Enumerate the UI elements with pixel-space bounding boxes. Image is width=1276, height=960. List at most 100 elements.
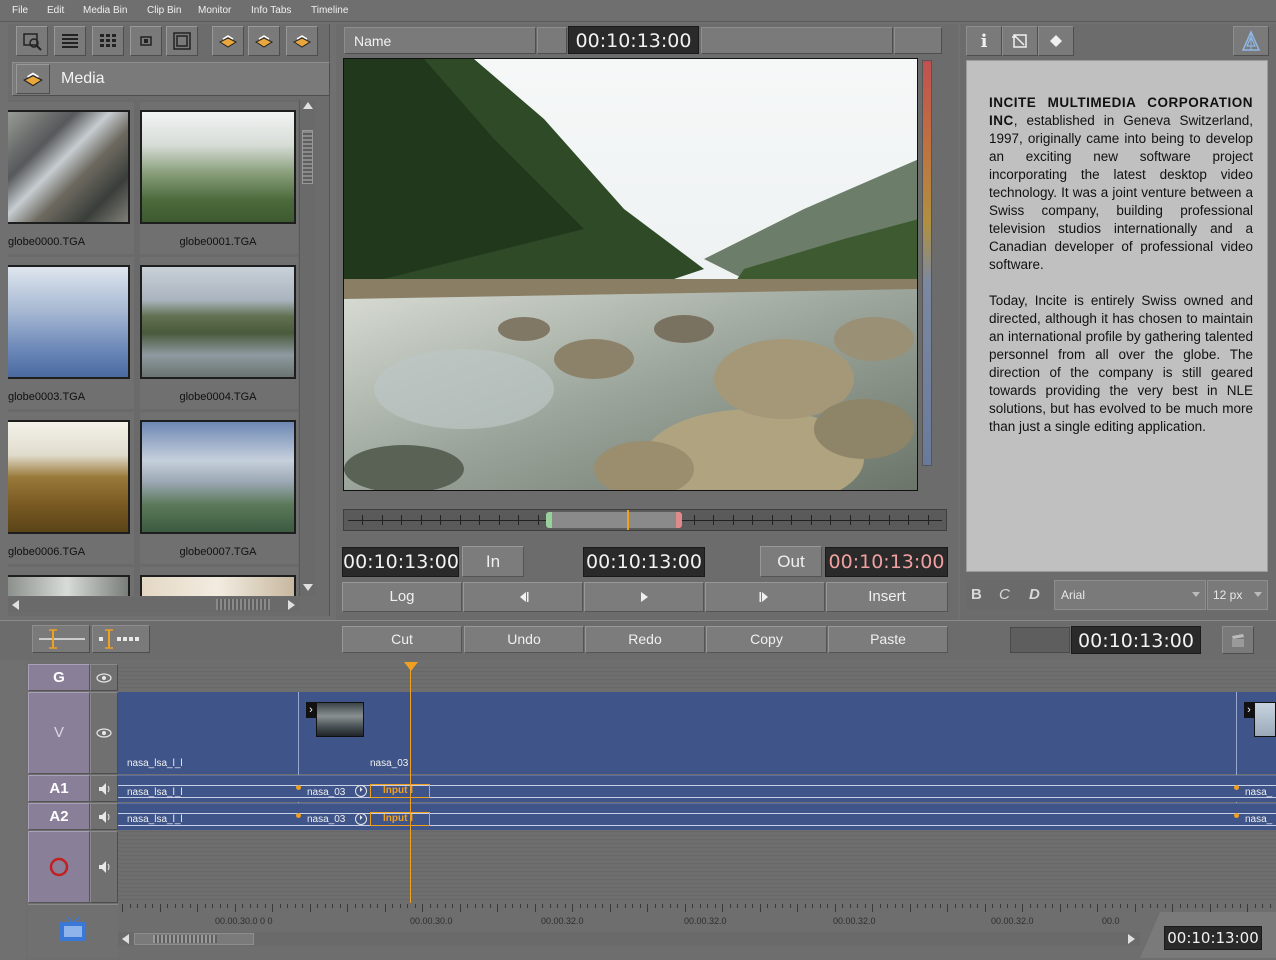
media-vscrollbar[interactable] [299,100,315,596]
mark-in-button[interactable]: In [462,546,524,577]
menu-file[interactable]: File [12,5,28,16]
bold-button[interactable]: B [971,586,982,603]
menu-info-tabs[interactable]: Info Tabs [251,5,291,16]
font-select[interactable]: Arial [1054,580,1206,610]
snap-tool-button[interactable] [32,625,90,653]
record-track-mute[interactable] [90,831,118,903]
zoom-view-button[interactable] [16,26,48,56]
track-v-visibility[interactable] [90,692,118,774]
format-d-button[interactable]: D [1029,586,1040,603]
record-track-header[interactable] [28,831,90,903]
clip-name[interactable]: nasa_03 [370,758,408,769]
keyframe-dot[interactable] [1234,813,1239,818]
track-a2-header[interactable]: A2 [28,803,90,830]
out-timecode[interactable]: 00:10:13:00 [825,547,948,577]
in-marker[interactable] [546,512,552,528]
video-preview[interactable] [343,58,918,491]
track-a1-header[interactable]: A1 [28,775,90,802]
ripple-tool-button[interactable] [92,625,150,653]
playhead-handle[interactable] [404,662,418,671]
step-forward-button[interactable] [705,582,825,612]
scroll-right-arrow-icon[interactable] [1128,934,1135,944]
logo-button[interactable] [1233,26,1269,56]
format-c-button[interactable]: C [999,586,1010,603]
scroll-thumb[interactable] [302,130,313,184]
undo-button[interactable]: Undo [464,626,584,653]
media-item[interactable]: globe0001.TGA [140,102,298,254]
track-g-visibility[interactable] [90,664,118,691]
media-item[interactable]: globe0003.TGA [8,257,134,409]
track-a1-mute[interactable] [90,775,118,802]
clip-name-field[interactable]: Name [344,27,536,54]
keyframe-dot[interactable] [1234,785,1239,790]
in-timecode[interactable]: 00:10:13:00 [342,547,459,577]
playhead-line[interactable] [410,668,411,903]
clip-name[interactable]: nasa_03 [307,787,345,798]
scroll-up-arrow-icon[interactable] [303,102,313,109]
cut-button[interactable]: Cut [342,626,462,653]
clip-name[interactable]: nasa_ [1245,787,1272,798]
media-item[interactable] [8,567,134,596]
clip-name[interactable]: nasa_lsa_l_l [127,814,183,825]
effects-tab-button[interactable] [1038,26,1074,56]
track-a2-mute[interactable] [90,803,118,830]
small-thumb-button[interactable] [130,26,162,56]
monitor-header-button[interactable] [894,27,942,54]
scroll-thumb[interactable] [216,599,270,610]
clip-link-icon[interactable]: ⏵ [355,813,367,825]
large-thumb-button[interactable] [166,26,198,56]
clip-name[interactable]: nasa_ [1245,814,1272,825]
clip-expand-icon[interactable]: › [306,702,316,718]
properties-tab-button[interactable] [1002,26,1038,56]
list-view-button[interactable] [54,26,86,56]
track-g-lane[interactable] [118,664,1276,691]
menu-monitor[interactable]: Monitor [198,5,231,16]
media-item[interactable]: globe0007.TGA [140,412,298,564]
clip-name[interactable]: nasa_lsa_l_l [127,758,183,769]
import-media-button[interactable] [212,26,244,56]
track-v-header[interactable]: V [28,692,90,774]
scroll-left-arrow-icon[interactable] [122,934,129,944]
menu-timeline[interactable]: Timeline [311,5,348,16]
font-size-select[interactable]: 12 px [1207,580,1268,610]
clip-link-icon[interactable]: ⏵ [355,785,367,797]
keyframe-dot[interactable] [296,785,301,790]
media-hscrollbar[interactable] [8,597,299,612]
redo-button[interactable]: Redo [585,626,705,653]
menu-edit[interactable]: Edit [47,5,64,16]
input-marker[interactable]: Input I [370,784,430,798]
scroll-left-arrow-icon[interactable] [12,600,19,610]
record-track-lane[interactable] [118,831,1276,903]
keyframe-dot[interactable] [296,813,301,818]
export-media-button[interactable] [248,26,280,56]
menu-media-bin[interactable]: Media Bin [83,5,127,16]
scroll-right-arrow-icon[interactable] [288,600,295,610]
clip-expand-icon[interactable]: › [1244,702,1254,718]
track-g-header[interactable]: G [28,664,90,691]
timeline-hscrollbar[interactable] [118,932,1140,946]
info-tab-button[interactable]: i [966,26,1002,56]
grid-view-button[interactable] [92,26,124,56]
playhead-marker[interactable] [627,510,629,530]
capture-media-button[interactable] [286,26,318,56]
scroll-thumb[interactable] [134,933,254,945]
copy-button[interactable]: Copy [706,626,827,653]
insert-button[interactable]: Insert [826,582,948,612]
paste-button[interactable]: Paste [828,626,948,653]
monitor-view-button[interactable] [58,915,88,943]
log-button[interactable]: Log [342,582,462,612]
step-back-button[interactable] [463,582,583,612]
scroll-down-arrow-icon[interactable] [303,584,313,591]
out-marker[interactable] [676,512,682,528]
input-marker[interactable]: Input I [370,812,430,826]
menu-clip-bin[interactable]: Clip Bin [147,5,181,16]
media-item[interactable]: globe0004.TGA [140,257,298,409]
track-v-lane[interactable] [118,692,1276,774]
media-bin-icon-button[interactable] [16,64,50,94]
clip-name[interactable]: nasa_lsa_l_l [127,787,183,798]
info-text-area[interactable]: INCITE MULTIMEDIA CORPORATION INC, estab… [966,60,1268,572]
media-item[interactable]: globe0006.TGA [8,412,134,564]
media-item[interactable] [140,567,298,596]
clip-name[interactable]: nasa_03 [307,814,345,825]
render-button[interactable] [1222,626,1254,654]
